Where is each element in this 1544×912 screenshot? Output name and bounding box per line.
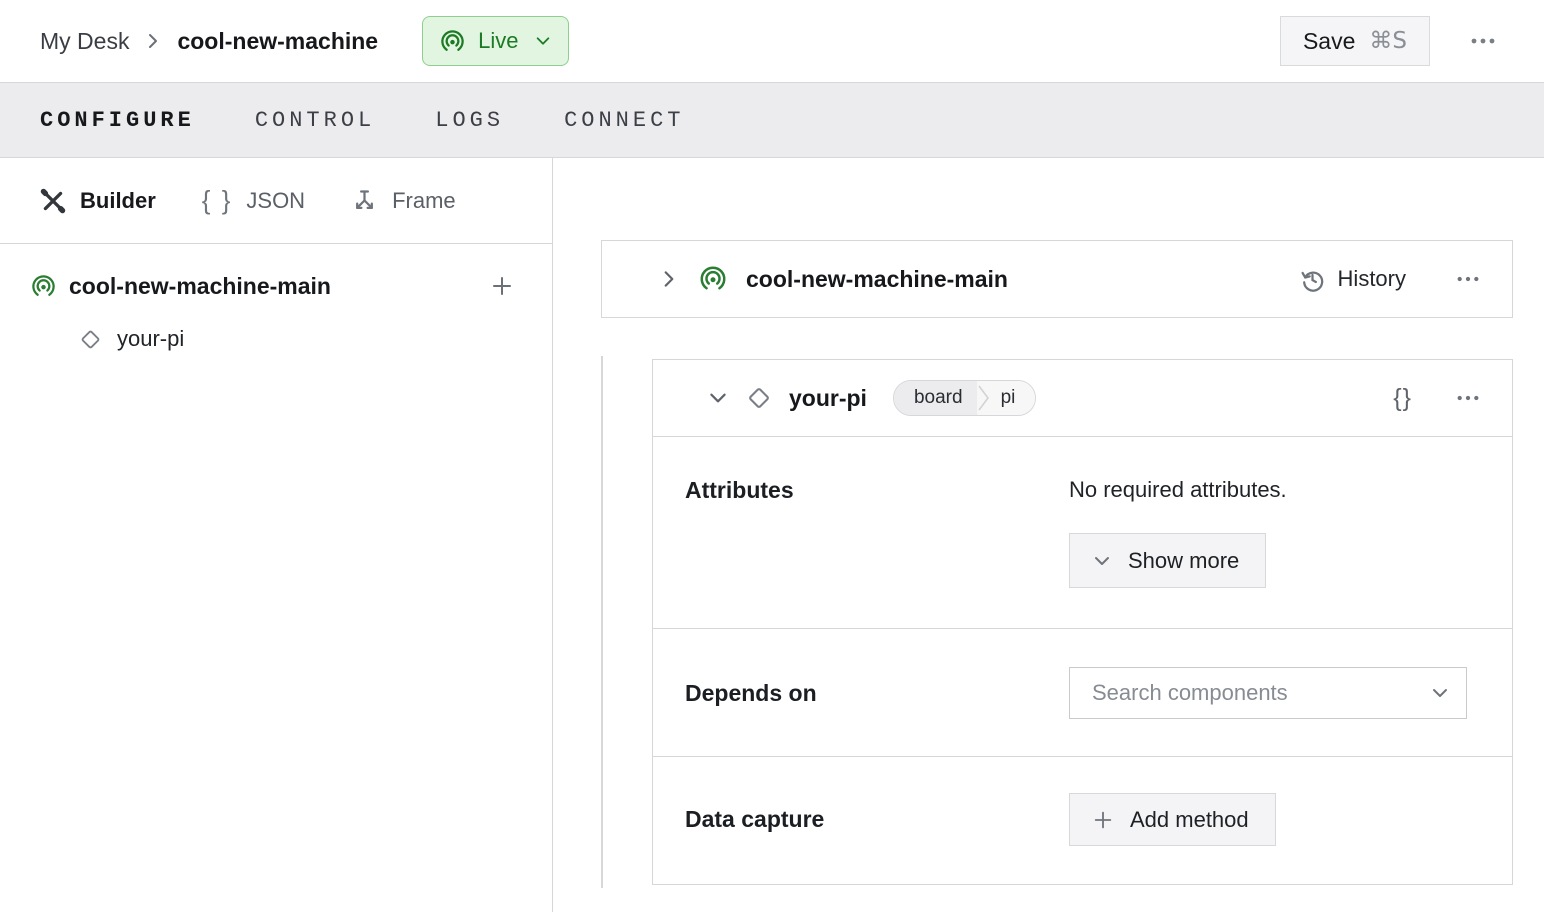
diamond-icon (78, 327, 103, 352)
view-mode-builder-label: Builder (80, 187, 156, 213)
tab-connect[interactable]: CONNECT (564, 108, 684, 133)
badge-model: pi (990, 381, 1036, 415)
machine-part-title: cool-new-machine-main (746, 265, 1008, 292)
ellipsis-icon (1457, 395, 1479, 401)
header-actions: Save ⌘S (1279, 16, 1500, 66)
tree-guide-line (601, 356, 603, 888)
header-overflow-menu-button[interactable] (1466, 33, 1500, 49)
tree-item-your-pi[interactable]: your-pi (78, 326, 516, 352)
braces-icon: { } (201, 185, 233, 215)
config-main: cool-new-machine-main History your-pi bo… (553, 158, 1544, 912)
config-sidebar: Builder { } JSON Frame cool-new-machine-… (0, 158, 553, 912)
save-shortcut: ⌘S (1369, 28, 1407, 54)
chevron-down-icon (1092, 551, 1112, 571)
history-icon (1299, 266, 1326, 293)
badge-type: board (893, 381, 977, 415)
breadcrumb-parent[interactable]: My Desk (40, 28, 129, 55)
tab-logs[interactable]: LOGS (435, 108, 504, 133)
view-mode-builder[interactable]: Builder (40, 188, 156, 214)
chevron-down-icon (534, 32, 552, 50)
chevron-down-icon[interactable] (1430, 683, 1450, 703)
machine-card-menu-button[interactable] (1452, 271, 1484, 287)
add-method-button[interactable]: Add method (1069, 793, 1276, 846)
plus-icon (1092, 809, 1114, 831)
top-header: My Desk cool-new-machine Live Save ⌘S (0, 0, 1544, 82)
breadcrumb-separator-icon (143, 31, 163, 51)
tree-item-label: your-pi (117, 326, 185, 351)
tab-control[interactable]: CONTROL (255, 108, 375, 133)
broadcast-icon (698, 264, 728, 294)
history-button[interactable]: History (1299, 266, 1406, 293)
search-components-input[interactable] (1092, 680, 1430, 706)
expand-machine-card-button[interactable] (658, 268, 680, 290)
save-button[interactable]: Save ⌘S (1279, 16, 1430, 66)
frame-axes-icon (351, 187, 378, 214)
breadcrumb-machine-name: cool-new-machine (177, 27, 379, 54)
save-label: Save (1302, 27, 1356, 54)
view-mode-frame[interactable]: Frame (351, 187, 456, 214)
breadcrumb: My Desk cool-new-machine (40, 28, 378, 55)
live-status-label: Live (478, 28, 519, 53)
badge-divider-icon (976, 381, 991, 415)
component-menu-button[interactable] (1452, 390, 1484, 406)
component-json-button[interactable]: {} (1393, 384, 1412, 413)
collapse-component-button[interactable] (707, 387, 729, 409)
show-more-button[interactable]: Show more (1069, 533, 1267, 588)
view-mode-json[interactable]: { } JSON (202, 185, 305, 216)
tree-item-machine-main[interactable]: cool-new-machine-main (30, 272, 516, 300)
broadcast-icon (439, 28, 466, 55)
ellipsis-icon (1457, 276, 1479, 282)
add-method-label: Add method (1130, 806, 1249, 832)
history-label: History (1337, 266, 1406, 291)
component-type-badge: board pi (892, 380, 1037, 416)
live-status-button[interactable]: Live (422, 16, 570, 66)
view-mode-frame-label: Frame (392, 187, 456, 213)
ellipsis-icon (1471, 38, 1495, 44)
primary-tab-bar: CONFIGURE CONTROL LOGS CONNECT (0, 82, 1544, 158)
data-capture-section: Data capture Add method (653, 756, 1512, 884)
data-capture-label: Data capture (685, 806, 825, 832)
crossed-tools-icon (40, 188, 66, 214)
tab-configure[interactable]: CONFIGURE (40, 108, 195, 133)
attributes-empty-text: No required attributes. (1069, 477, 1287, 502)
component-card-your-pi: your-pi board pi {} Attributes No requir… (652, 359, 1513, 885)
attributes-label: Attributes (685, 477, 794, 503)
depends-on-section: Depends on (653, 628, 1512, 756)
chevron-down-icon (710, 393, 726, 403)
add-component-button[interactable] (488, 272, 516, 300)
attributes-section: Attributes No required attributes. Show … (653, 437, 1512, 628)
chevron-right-icon (664, 271, 674, 287)
plus-icon (493, 277, 511, 295)
tree-item-label: cool-new-machine-main (69, 272, 331, 299)
show-more-label: Show more (1128, 547, 1240, 573)
broadcast-icon (30, 273, 57, 300)
diamond-icon (745, 384, 773, 412)
component-title: your-pi (789, 384, 867, 411)
view-mode-json-label: JSON (246, 187, 306, 213)
depends-on-select[interactable] (1069, 667, 1467, 719)
component-tree: cool-new-machine-main your-pi (0, 244, 552, 352)
content-area: Builder { } JSON Frame cool-new-machine-… (0, 158, 1544, 912)
view-mode-toggle: Builder { } JSON Frame (0, 158, 552, 244)
component-card-header: your-pi board pi {} (653, 360, 1512, 437)
machine-part-card: cool-new-machine-main History (601, 240, 1513, 318)
depends-on-label: Depends on (685, 680, 817, 706)
